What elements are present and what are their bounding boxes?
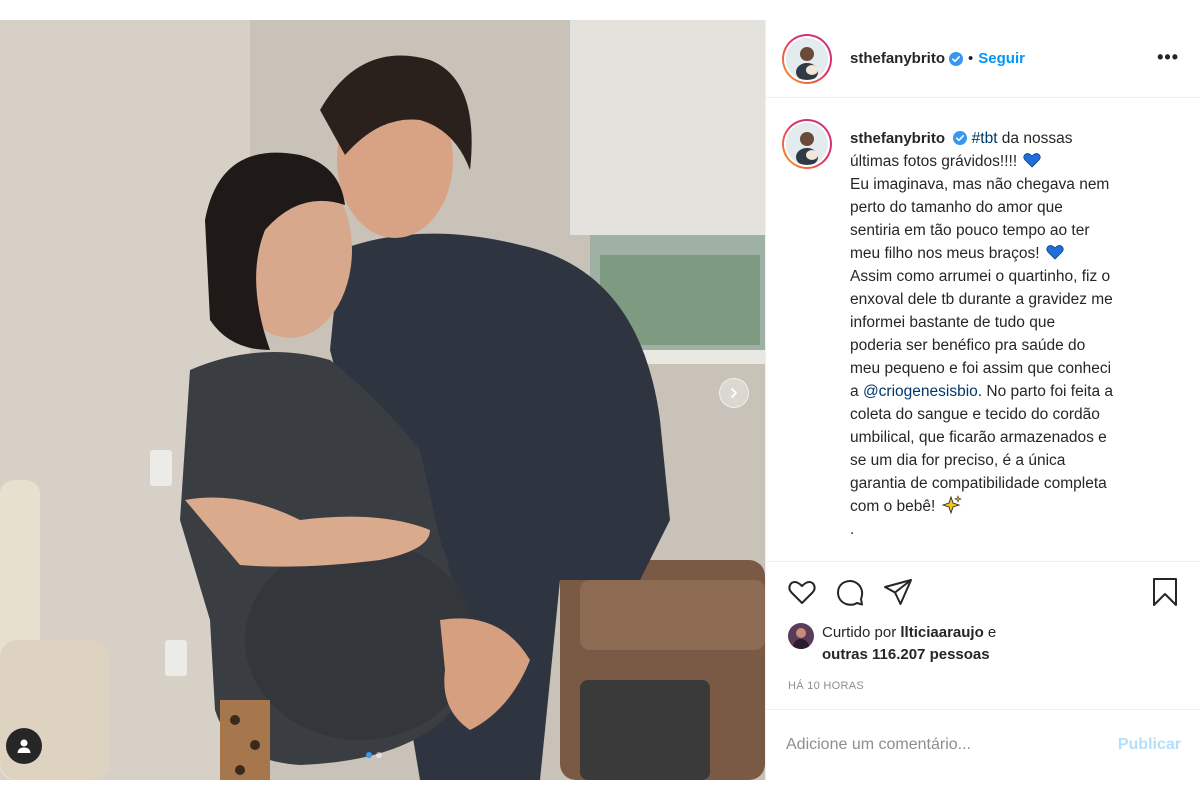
liker-avatar[interactable] [788,623,814,649]
header-separator: • [968,50,974,67]
caption-line: perto do tamanho do amor que [850,199,1063,216]
verified-badge-icon [953,131,968,145]
profile-avatar-icon [786,37,828,80]
post-header: sthefanybrito • Seguir ••• [766,20,1200,98]
caption-author-avatar[interactable] [782,119,832,169]
blue-heart-icon [1046,245,1064,260]
caption-line: Eu imaginava, mas não chegava nem [850,176,1110,193]
caption-line: a [850,383,863,400]
carousel-dot-active [366,752,372,758]
post-caption: sthefanybrito #tbt da nossas últimas fot… [766,99,1200,561]
profile-avatar-icon [786,123,828,165]
author-avatar[interactable] [782,33,832,84]
caption-line: . [850,521,855,538]
caption-text: sthefanybrito #tbt da nossas últimas fot… [850,119,1170,561]
carousel-dot [376,752,382,758]
caption-line: com o bebê! [850,498,940,515]
caption-line: coleta do sangue e tecido do cordão [850,406,1100,423]
likes-prefix: Curtido por [822,624,901,641]
like-heart-icon[interactable] [786,576,818,608]
liker-avatar-icon [788,623,814,649]
hashtag-link[interactable]: #tbt [972,130,998,147]
share-direct-icon[interactable] [882,576,914,608]
caption-line: meu pequeno e foi assim que conheci [850,360,1112,377]
caption-line: se um dia for preciso, é a única [850,452,1066,469]
caption-line: Assim como arrumei o quartinho, fiz o [850,268,1111,285]
post-photo[interactable] [0,20,765,780]
caption-line: informei bastante de tudo que [850,314,1056,331]
post-actions: Curtido por llticiaaraujo e outras 116.2… [766,561,1200,709]
author-username[interactable]: sthefanybrito [850,50,945,67]
user-tags-button[interactable] [6,728,42,764]
comment-bar: Publicar [766,709,1200,780]
more-options-icon[interactable]: ••• [1157,48,1179,66]
comment-input[interactable] [786,736,1118,754]
caption-line: sentiria em tão pouco tempo ao ter [850,222,1090,239]
caption-line: enxoval dele tb durante a gravidez me [850,291,1113,308]
caption-line: poderia ser benéfico pra saúde do [850,337,1086,354]
verified-badge-icon [949,51,964,66]
carousel-next-button[interactable] [719,378,749,408]
likes-suffix: e [983,624,997,641]
caption-username[interactable]: sthefanybrito [850,130,945,147]
comment-icon[interactable] [834,576,866,608]
publish-button[interactable]: Publicar [1118,736,1181,754]
post-timestamp[interactable]: HÁ 10 HORAS [788,680,864,692]
photo-couple-kissing [0,20,765,780]
caption-line: umbilical, que ficarão armazenados e [850,429,1107,446]
follow-button[interactable]: Seguir [978,50,1025,67]
user-tag-icon [17,739,31,753]
likes-summary: Curtido por llticiaaraujo e outras 116.2… [788,622,996,666]
instagram-post: sthefanybrito • Seguir ••• sthefanybrito… [0,20,1200,780]
caption-line: últimas fotos grávidos!!!! [850,153,1022,170]
caption-line: . No parto foi feita a [977,383,1114,400]
liker-username[interactable]: llticiaaraujo [900,624,983,641]
bookmark-save-icon[interactable] [1149,576,1181,608]
caption-line: garantia de compatibilidade completa [850,475,1107,492]
likes-others-link[interactable]: outras 116.207 pessoas [822,646,990,663]
post-side-panel: sthefanybrito • Seguir ••• sthefanybrito… [765,20,1200,780]
chevron-right-icon [731,388,738,398]
caption-line: meu filho nos meus braços! [850,245,1044,262]
caption-line: da nossas [997,130,1073,147]
blue-heart-icon [1023,153,1042,168]
sparkles-icon [941,495,962,515]
carousel-indicator [366,752,382,758]
mention-link[interactable]: @criogenesisbio [863,383,978,400]
